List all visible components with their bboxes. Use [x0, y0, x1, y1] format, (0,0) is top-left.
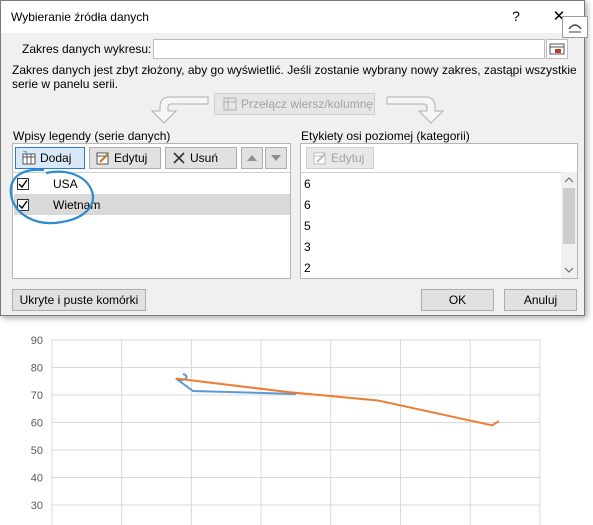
category-value: 6	[304, 198, 311, 212]
axis-labels-panel: Edytuj 6 6 5 3 2	[300, 143, 578, 279]
title-bar: Wybieranie źródła danych ? ✕	[1, 1, 584, 33]
select-data-source-dialog: Wybieranie źródła danych ? ✕ Zakres dany…	[0, 0, 585, 316]
y-tick-label: 30	[31, 500, 43, 512]
scroll-up-icon	[564, 177, 574, 183]
y-tick-label: 90	[31, 335, 43, 347]
edit-categories-button[interactable]: Edytuj	[306, 147, 374, 169]
switch-row-column-button[interactable]: Przełącz wiersz/kolumnę	[214, 93, 375, 115]
edit-categories-label: Edytuj	[331, 151, 365, 165]
switch-icon	[223, 97, 237, 111]
edit-icon	[96, 152, 109, 165]
chart-range-input[interactable]	[153, 39, 545, 59]
add-icon	[22, 151, 36, 165]
series-line-orange	[175, 377, 500, 427]
add-label: Dodaj	[40, 151, 72, 165]
y-tick-label: 40	[31, 473, 43, 485]
range-select-button[interactable]	[546, 39, 568, 59]
dialog-title: Wybieranie źródła danych	[11, 10, 149, 24]
minimize-dialog-icon[interactable]	[562, 16, 588, 38]
y-tick-label: 60	[31, 418, 43, 430]
category-value: 5	[304, 219, 311, 233]
scroll-thumb[interactable]	[563, 188, 575, 244]
arrow-left-icon	[150, 96, 209, 124]
annotation-circle	[9, 168, 94, 225]
legend-entries-label: Wpisy legendy (serie danych)	[13, 129, 171, 143]
y-tick-label: 50	[31, 445, 43, 457]
y-tick-label: 70	[31, 390, 43, 402]
scroll-down-icon	[564, 267, 574, 273]
arrow-down-icon	[271, 155, 281, 161]
edit-icon	[313, 152, 326, 165]
category-scrollbar[interactable]	[561, 172, 577, 278]
arrow-up-icon	[247, 155, 257, 161]
category-toolbar: Edytuj	[301, 144, 577, 173]
remove-series-button[interactable]: Usuń	[165, 147, 237, 169]
switch-label: Przełącz wiersz/kolumnę	[241, 97, 374, 111]
cancel-button[interactable]: Anuluj	[504, 289, 577, 311]
category-value: 2	[304, 261, 311, 275]
edit-label: Edytuj	[114, 151, 148, 165]
remove-label: Usuń	[190, 151, 219, 165]
range-message: Zakres danych jest zbyt złożony, aby go …	[12, 63, 577, 91]
chart-range-label: Zakres danych wykresu:	[22, 42, 152, 56]
hidden-empty-cells-button[interactable]: Ukryte i puste komórki	[12, 289, 146, 311]
category-value: 6	[304, 177, 311, 191]
background-chart: 90 80 70 60 50 40 30	[31, 335, 541, 525]
move-up-button[interactable]	[241, 147, 263, 169]
ok-button[interactable]: OK	[421, 289, 494, 311]
help-button[interactable]: ?	[506, 8, 526, 26]
move-down-button[interactable]	[265, 147, 287, 169]
range-select-icon	[549, 43, 565, 55]
axis-labels-label: Etykiety osi poziomej (kategorii)	[301, 129, 470, 143]
remove-icon	[173, 152, 185, 164]
arrow-right-icon	[386, 96, 445, 124]
y-tick-label: 80	[31, 363, 43, 375]
category-value: 3	[304, 240, 311, 254]
